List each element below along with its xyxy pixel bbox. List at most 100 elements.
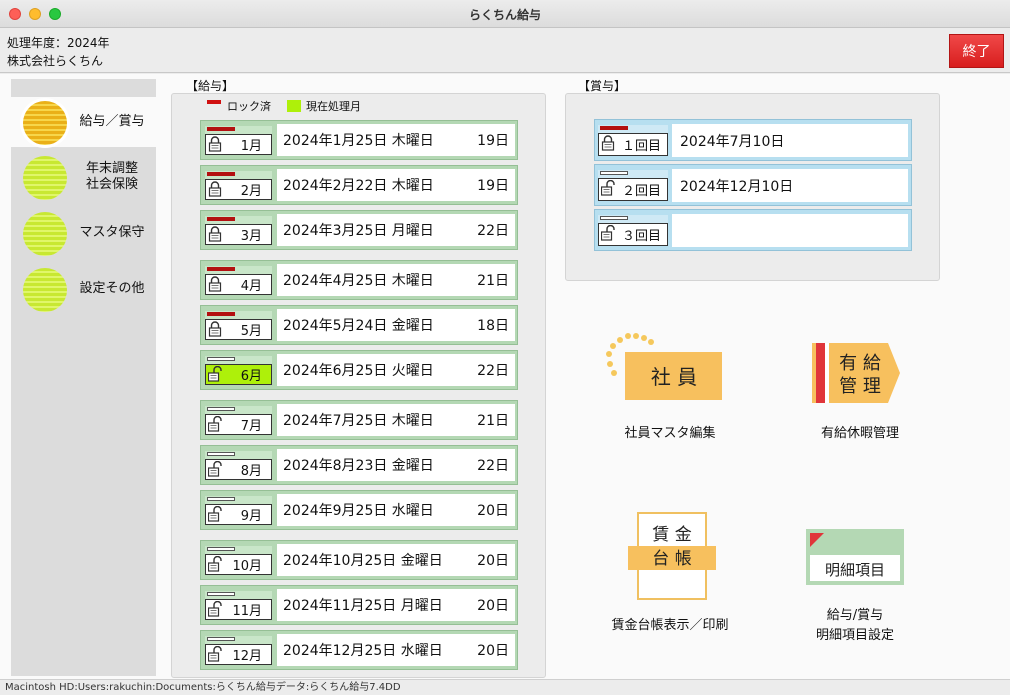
- month-label-box: 9月: [205, 496, 272, 525]
- lock-icon: [601, 135, 615, 151]
- month-row[interactable]: 5月 2024年5月24日 金曜日 18日: [200, 305, 518, 345]
- legend-current-label: 現在処理月: [306, 100, 361, 113]
- pay-date: 2024年7月25日 木曜日 21日: [277, 404, 515, 436]
- bonus-row[interactable]: ３回目: [594, 209, 912, 251]
- current-marker-icon: [287, 100, 301, 112]
- month-label-box: 5月: [205, 311, 272, 340]
- month-label-box: 3月: [205, 216, 272, 245]
- lock-icon: [208, 136, 222, 152]
- unlock-icon: [208, 601, 222, 617]
- bonus-label-box: １回目: [598, 125, 668, 156]
- bonus-section-label: 【賞与】: [578, 79, 627, 93]
- lock-icon: [208, 181, 222, 197]
- wage-ledger-button[interactable]: 賃 金 台 帳: [626, 512, 718, 600]
- lock-status-bar: [207, 547, 235, 551]
- title-bar: らくちん給与: [0, 0, 1010, 28]
- pay-date: 2024年8月23日 金曜日 22日: [277, 449, 515, 481]
- unlock-icon: [601, 225, 615, 241]
- sidebar-item-settings[interactable]: 設定その他: [11, 264, 156, 314]
- lock-status-bar: [207, 637, 235, 641]
- paid-leave-button[interactable]: 有 給 管 理: [810, 342, 902, 404]
- legend-locked: ロック済: [207, 98, 271, 114]
- pay-date-text: 2024年11月25日 月曜日: [283, 598, 443, 614]
- unlock-icon: [208, 461, 222, 477]
- bonus-label-box: ３回目: [598, 215, 668, 246]
- month-label-box: 4月: [205, 266, 272, 295]
- month-row[interactable]: 11月 2024年11月25日 月曜日 20日: [200, 585, 518, 625]
- paid-leave-caption: 有給休暇管理: [820, 426, 899, 441]
- month-row[interactable]: 2月 2024年2月22日 木曜日 19日: [200, 165, 518, 205]
- employee-icon: 社 員: [606, 333, 722, 400]
- sidebar-item-salary-bonus[interactable]: 給与／賞与: [11, 97, 156, 147]
- sidebar-item-master[interactable]: マスタ保守: [11, 208, 156, 258]
- pay-date-text: 2024年10月25日 金曜日: [283, 553, 443, 569]
- month-row[interactable]: 10月 2024年10月25日 金曜日 20日: [200, 540, 518, 580]
- working-days: 20日: [477, 553, 509, 569]
- month-label-box: 1月: [205, 126, 272, 155]
- month-label-box: 8月: [205, 451, 272, 480]
- month-row[interactable]: 8月 2024年8月23日 金曜日 22日: [200, 445, 518, 485]
- info-bar: 処理年度：2024年 株式会社らくちん 終了: [0, 29, 1010, 73]
- bonus-label-box: ２回目: [598, 170, 668, 201]
- salary-section-label: 【給与】: [186, 79, 235, 93]
- lock-status-bar: [600, 216, 628, 220]
- statement-items-caption: 給与/賞与 明細項目設定: [785, 606, 925, 646]
- bonus-row[interactable]: １回目 2024年7月10日: [594, 119, 912, 161]
- pay-date-text: 2024年7月25日 木曜日: [283, 413, 434, 429]
- month-label-box: 2月: [205, 171, 272, 200]
- bonus-date: [672, 214, 908, 247]
- pay-date-text: 2024年4月25日 木曜日: [283, 273, 434, 289]
- pay-date-text: 2024年1月25日 木曜日: [283, 133, 434, 149]
- wage-ledger-icon: 賃 金 台 帳: [628, 512, 716, 600]
- locked-marker-icon: [207, 100, 221, 104]
- unlock-icon: [208, 416, 222, 432]
- pay-date: 2024年1月25日 木曜日 19日: [277, 124, 515, 156]
- sidebar-item-year-end[interactable]: 年末調整 社会保険: [11, 152, 156, 202]
- working-days: 22日: [477, 458, 509, 474]
- month-label-box: 11月: [205, 591, 272, 620]
- month-row[interactable]: 9月 2024年9月25日 水曜日 20日: [200, 490, 518, 530]
- month-row[interactable]: 6月 2024年6月25日 火曜日 22日: [200, 350, 518, 390]
- processing-year: 処理年度：2024年: [7, 36, 110, 50]
- statement-items-button[interactable]: 明細項目: [806, 529, 904, 585]
- lock-icon: [208, 321, 222, 337]
- month-row[interactable]: 4月 2024年4月25日 木曜日 21日: [200, 260, 518, 300]
- nav-bullet-icon: [23, 212, 67, 256]
- month-row[interactable]: 3月 2024年3月25日 月曜日 22日: [200, 210, 518, 250]
- unlock-icon: [601, 180, 615, 196]
- pay-date-text: 2024年5月24日 金曜日: [283, 318, 434, 334]
- month-row[interactable]: 7月 2024年7月25日 木曜日 21日: [200, 400, 518, 440]
- pay-date-text: 2024年3月25日 月曜日: [283, 223, 434, 239]
- month-row[interactable]: 12月 2024年12月25日 水曜日 20日: [200, 630, 518, 670]
- wage-ledger-caption: 賃金台帳表示／印刷: [611, 618, 729, 633]
- working-days: 21日: [477, 273, 509, 289]
- unlock-icon: [208, 506, 222, 522]
- pay-date-text: 2024年8月23日 金曜日: [283, 458, 434, 474]
- month-row[interactable]: 1月 2024年1月25日 木曜日 19日: [200, 120, 518, 160]
- unlock-icon: [208, 366, 222, 382]
- working-days: 22日: [477, 223, 509, 239]
- nav-bullet-icon: [23, 156, 67, 200]
- pay-date-text: 2024年9月25日 水曜日: [283, 503, 434, 519]
- statement-items-icon: 明細項目: [806, 529, 904, 585]
- working-days: 18日: [477, 318, 509, 334]
- month-label-box: 10月: [205, 546, 272, 575]
- nav-bullet-icon: [23, 101, 67, 145]
- pay-date-text: 2024年12月25日 水曜日: [283, 643, 443, 659]
- lock-status-bar: [207, 217, 235, 221]
- pay-date-text: 2024年6月25日 火曜日: [283, 363, 434, 379]
- working-days: 21日: [477, 413, 509, 429]
- month-label-box: 7月: [205, 406, 272, 435]
- nav-bullet-icon: [23, 268, 67, 312]
- exit-button[interactable]: 終了: [949, 34, 1004, 68]
- pay-date: 2024年12月25日 水曜日 20日: [277, 634, 515, 666]
- bonus-row[interactable]: ２回目 2024年12月10日: [594, 164, 912, 206]
- employee-master-caption: 社員マスタ編集: [624, 426, 716, 441]
- unlock-icon: [208, 556, 222, 572]
- employee-master-button[interactable]: 社 員: [604, 332, 724, 404]
- sidebar-item-label: 給与／賞与: [79, 114, 145, 129]
- lock-status-bar: [600, 126, 628, 130]
- sidebar-item-label: 設定その他: [79, 281, 145, 296]
- lock-status-bar: [207, 172, 235, 176]
- sidebar: 給与／賞与 年末調整 社会保険 マスタ保守 設定その他: [11, 79, 156, 676]
